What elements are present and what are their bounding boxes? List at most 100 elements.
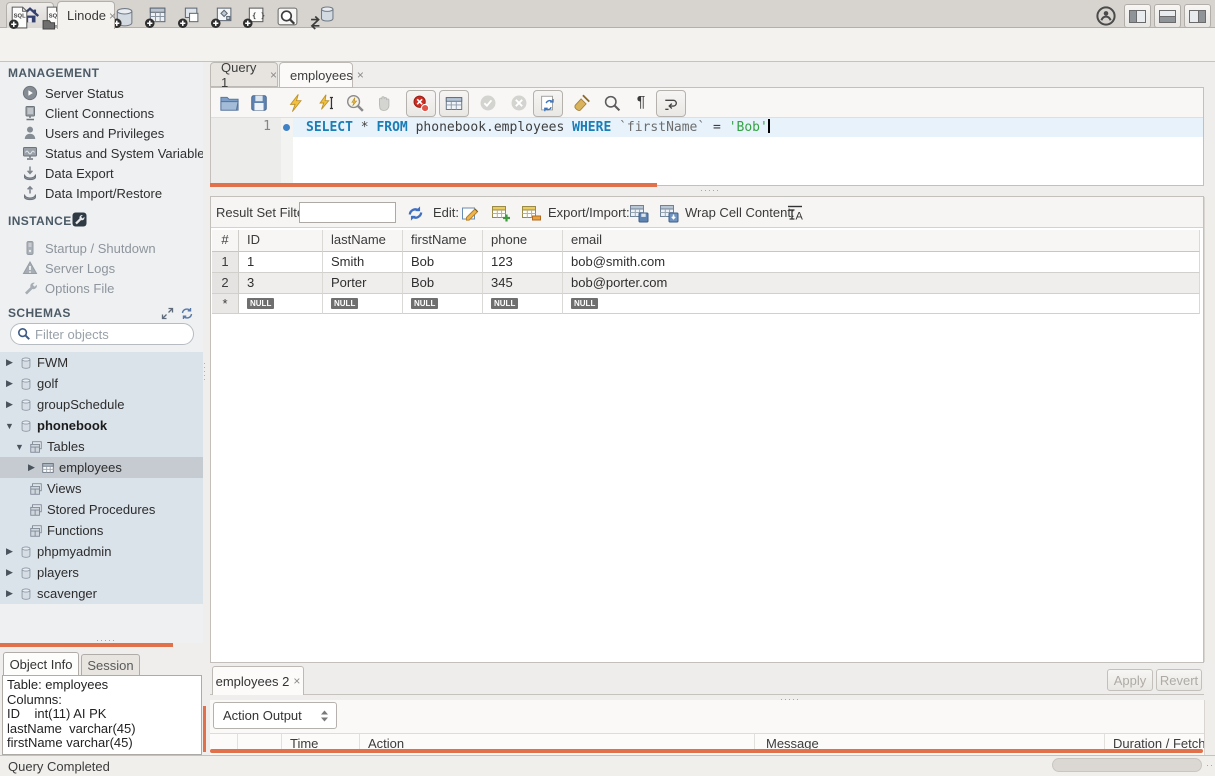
tab-session[interactable]: Session [81, 654, 140, 676]
chevron-right-icon[interactable]: ▶ [4, 399, 15, 410]
cell-null[interactable]: NULL [323, 294, 403, 314]
cell-id[interactable]: 3 [239, 273, 323, 294]
explain-statement-button[interactable] [342, 90, 368, 116]
sidebar-item-options-file[interactable]: Options File [0, 278, 203, 298]
cell-firstname[interactable]: Bob [403, 273, 483, 294]
delete-row-button[interactable] [519, 201, 543, 225]
chevron-down-icon[interactable]: ▼ [14, 442, 25, 452]
tab-employees[interactable]: employees× [279, 62, 353, 88]
apply-button[interactable]: Apply [1107, 669, 1153, 691]
action-output-scrollbar[interactable] [1204, 700, 1215, 755]
tab-object-info[interactable]: Object Info [3, 652, 79, 676]
toggle-stop-on-error-button[interactable] [406, 90, 436, 117]
resize-corner-grip[interactable]: ·· [1206, 762, 1214, 768]
wrap-cell-content-button[interactable]: A [783, 201, 807, 225]
create-function-button[interactable]: { } [240, 4, 266, 30]
output-selector[interactable]: Action Output [213, 702, 337, 729]
create-view-button[interactable] [175, 4, 201, 30]
tree-item-schema-phonebook[interactable]: ▼phonebook [0, 415, 203, 436]
tree-item-schema[interactable]: ▶FWM [0, 352, 203, 373]
connection-tab-close-icon[interactable]: × [109, 9, 116, 23]
create-table-button[interactable] [142, 4, 168, 30]
sql-statement[interactable]: SELECT * FROM phonebook.employees WHERE … [306, 119, 770, 135]
tab-result-employees-2[interactable]: employees 2× [212, 666, 304, 695]
schema-filter-input[interactable] [35, 327, 175, 342]
cell-email[interactable]: bob@porter.com [563, 273, 1200, 294]
toggle-autocommit-button[interactable] [533, 90, 563, 117]
new-row-placeholder[interactable]: * NULL NULL NULL NULL NULL [212, 294, 1200, 314]
schema-filter[interactable] [10, 323, 194, 345]
sidebar-splitter-accent[interactable] [0, 643, 173, 647]
tree-item-schema[interactable]: ▶players [0, 562, 203, 583]
horizontal-scrollbar-thumb[interactable] [1052, 758, 1202, 772]
commit-button[interactable] [475, 90, 501, 116]
cell-lastname[interactable]: Smith [323, 252, 403, 273]
cell-phone[interactable]: 123 [483, 252, 563, 273]
beautify-script-button[interactable] [569, 90, 595, 116]
sidebar-item-data-export[interactable]: Data Export [0, 163, 203, 183]
row-number[interactable]: * [212, 294, 239, 314]
export-results-button[interactable] [627, 201, 651, 225]
chevron-right-icon[interactable]: ▶ [26, 462, 37, 473]
tree-item-schema[interactable]: ▶phpmyadmin [0, 541, 203, 562]
sidebar-item-data-import[interactable]: Data Import/Restore [0, 183, 203, 203]
splitter-grip[interactable]: ····· [96, 637, 116, 643]
save-script-button[interactable] [246, 90, 272, 116]
tree-item-functions[interactable]: Functions [0, 520, 203, 541]
vertical-splitter-grip[interactable]: ····· [202, 362, 208, 382]
sidebar-item-server-status[interactable]: Server Status [0, 83, 203, 103]
edit-cell-button[interactable] [459, 201, 483, 225]
result-vertical-scrollbar[interactable] [1204, 197, 1215, 662]
tab-close-icon[interactable]: × [357, 68, 364, 82]
tree-item-table-employees[interactable]: ▶employees [0, 457, 203, 478]
cell-phone[interactable]: 345 [483, 273, 563, 294]
import-records-button[interactable] [657, 201, 681, 225]
cell-null[interactable]: NULL [563, 294, 1200, 314]
show-invisibles-button[interactable]: ¶ [628, 90, 654, 116]
column-header[interactable]: firstName [403, 230, 483, 252]
tab-close-icon[interactable]: × [270, 68, 277, 82]
chevron-down-icon[interactable]: ▼ [4, 421, 15, 431]
refresh-results-button[interactable] [403, 201, 427, 225]
sidebar-item-startup-shutdown[interactable]: Startup / Shutdown [0, 238, 203, 258]
tree-item-tables[interactable]: ▼Tables [0, 436, 203, 457]
toggle-right-panel-button[interactable] [1184, 4, 1211, 28]
toggle-word-wrap-button[interactable] [656, 90, 686, 117]
tab-close-icon[interactable]: × [293, 674, 300, 688]
column-header[interactable]: # [212, 230, 239, 252]
open-file-button[interactable] [216, 90, 242, 116]
tree-item-schema[interactable]: ▶groupSchedule [0, 394, 203, 415]
cell-firstname[interactable]: Bob [403, 252, 483, 273]
chevron-right-icon[interactable]: ▶ [4, 567, 15, 578]
sidebar-item-users-privileges[interactable]: Users and Privileges [0, 123, 203, 143]
create-procedure-button[interactable] [208, 4, 234, 30]
row-number[interactable]: 1 [212, 252, 239, 273]
cell-id[interactable]: 1 [239, 252, 323, 273]
chevron-right-icon[interactable]: ▶ [4, 546, 15, 557]
result-filter-input[interactable] [299, 202, 396, 223]
reconnect-dbms-button[interactable] [308, 4, 334, 30]
insert-row-button[interactable] [489, 201, 513, 225]
new-sql-tab-button[interactable]: SQL [6, 4, 32, 30]
tab-query-1[interactable]: Query 1× [210, 62, 278, 87]
stop-execution-button[interactable] [371, 90, 397, 116]
tree-item-schema[interactable]: ▶scavenger [0, 583, 203, 604]
chevron-right-icon[interactable]: ▶ [4, 378, 15, 389]
execute-statements-button[interactable] [283, 90, 309, 116]
tree-item-schema[interactable]: ▶golf [0, 373, 203, 394]
column-header[interactable]: ID [239, 230, 323, 252]
chevron-right-icon[interactable]: ▶ [4, 588, 15, 599]
tree-item-stored-procedures[interactable]: Stored Procedures [0, 499, 203, 520]
user-status-button[interactable] [1093, 3, 1119, 29]
find-button[interactable] [599, 90, 625, 116]
limit-rows-button[interactable] [439, 90, 469, 117]
sidebar-item-client-connections[interactable]: Client Connections [0, 103, 203, 123]
column-header[interactable]: email [563, 230, 1200, 252]
revert-button[interactable]: Revert [1156, 669, 1202, 691]
table-row[interactable]: 1 1 Smith Bob 123 bob@smith.com [212, 252, 1200, 273]
cell-null[interactable]: NULL [483, 294, 563, 314]
column-header[interactable]: lastName [323, 230, 403, 252]
editor-splitter-accent[interactable] [210, 183, 657, 187]
row-number[interactable]: 2 [212, 273, 239, 294]
sidebar-item-status-variables[interactable]: Status and System Variables [0, 143, 203, 163]
